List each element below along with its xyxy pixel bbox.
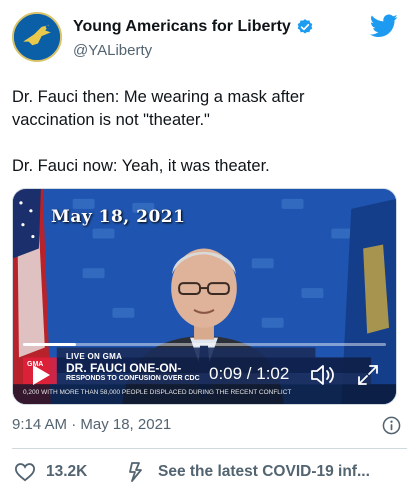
action-row: 13.2K See the latest COVID-19 inf... [12, 460, 407, 486]
twitter-bird-icon[interactable] [370, 14, 398, 38]
yal-logo [14, 14, 60, 60]
info-icon[interactable] [382, 416, 401, 435]
heart-icon[interactable] [14, 462, 36, 482]
covid-info-link[interactable]: See the latest COVID-19 inf... [158, 463, 370, 481]
tweet-timestamp[interactable]: 9:14 AM · May 18, 2021 [12, 416, 171, 433]
play-icon[interactable] [31, 364, 51, 386]
avatar[interactable] [12, 12, 62, 62]
video-progress-bar[interactable] [23, 343, 386, 346]
like-count[interactable]: 13.2K [46, 463, 87, 481]
meta-row: 9:14 AM · May 18, 2021 [12, 416, 407, 438]
volume-icon[interactable] [309, 362, 335, 388]
tweet-line: Dr. Fauci now: Yeah, it was theater. [12, 157, 270, 175]
tweet-text: Dr. Fauci then: Me wearing a mask after … [12, 86, 407, 178]
name-row: Young Americans for Liberty [73, 18, 314, 36]
handle[interactable]: @YALiberty [73, 42, 152, 59]
tweet-line: vaccination is not "theater." [12, 111, 210, 129]
tweet-line: Dr. Fauci then: Me wearing a mask after [12, 88, 305, 106]
video-progress-fill [23, 343, 76, 346]
fullscreen-icon[interactable] [357, 364, 379, 386]
verified-badge-icon [297, 19, 313, 34]
video-time: 0:09 / 1:02 [209, 364, 290, 383]
divider [12, 448, 407, 449]
display-name[interactable]: Young Americans for Liberty [73, 18, 291, 36]
tweet-card: Young Americans for Liberty @YALiberty D… [0, 0, 419, 500]
video-controls: 0:09 / 1:02 [13, 356, 396, 392]
video-player[interactable]: May 18, 2021 GMA LIVE ON GMA DR. FAUCI O… [12, 188, 397, 405]
covid-info-icon[interactable] [126, 461, 146, 483]
video-date-overlay: May 18, 2021 [51, 207, 186, 227]
